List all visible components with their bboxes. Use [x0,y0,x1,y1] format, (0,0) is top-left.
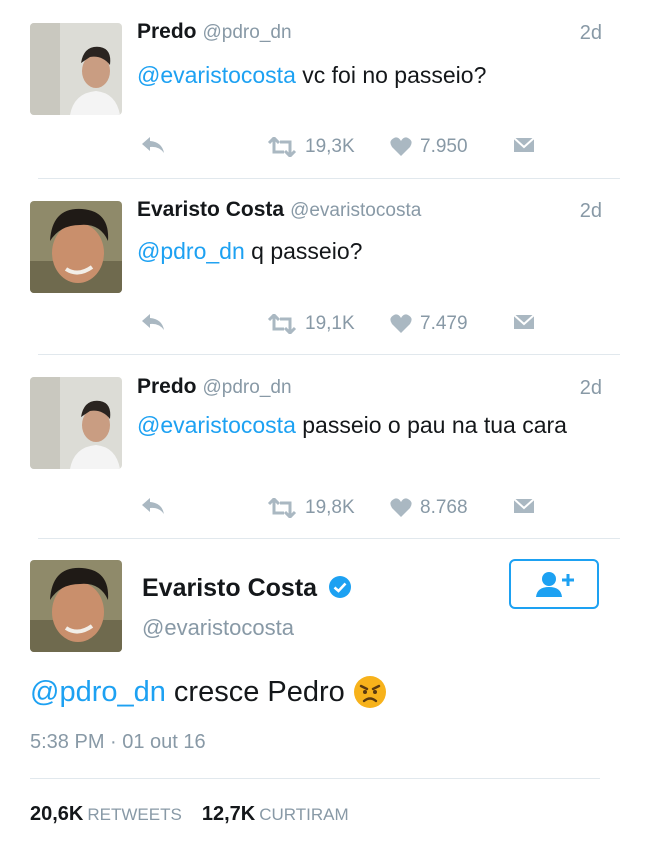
tweet-body: vc foi no passeio? [295,62,487,88]
tweet-text: @evaristocosta vc foi no passeio? [137,58,597,93]
tweet-time[interactable]: 2d [580,22,602,45]
likes-label: CURTIRAM [259,805,349,824]
like-count: 8.768 [420,497,468,518]
envelope-icon [513,137,535,152]
retweet-count: 19,3K [305,136,355,157]
retweet-button[interactable]: 19,8K [267,497,355,519]
like-button[interactable]: 7.479 [390,313,468,335]
retweet-icon [267,137,297,157]
like-count: 7.950 [420,136,468,157]
follow-button[interactable] [509,559,599,609]
username[interactable]: @pdro_dn [203,377,292,398]
retweet-count: 19,1K [305,313,355,334]
avatar[interactable] [30,560,122,652]
retweets-label: RETWEETS [87,805,182,824]
like-count: 7.479 [420,313,468,334]
heart-icon [390,314,412,333]
divider [38,354,620,355]
tweet-body: passeio o pau na tua cara [295,412,567,438]
tweet[interactable]: Predo @pdro_dn 2d @evaristocosta passeio … [0,375,620,535]
display-name-text: Evaristo Costa [142,574,318,602]
reply-button[interactable] [141,313,165,331]
retweet-count: 19,8K [305,497,355,518]
heart-icon [390,137,412,156]
mention-link[interactable]: @pdro_dn [30,676,166,709]
display-name[interactable]: Evaristo Costa [137,198,284,221]
divider [30,778,600,779]
tweet-body: cresce Pedro [165,675,345,708]
add-user-icon [536,572,574,597]
tweet-header: Predo @pdro_dn [137,375,292,399]
retweets-count: 20,6K [30,803,84,825]
message-button[interactable] [513,136,535,154]
like-button[interactable]: 8.768 [390,497,468,519]
display-name[interactable]: Evaristo Costa [142,574,352,603]
angry-face-emoji-icon [353,676,386,708]
message-button[interactable] [513,497,535,515]
tweet-body: q passeio? [244,238,363,264]
likes-stat[interactable]: 12,7K CURTIRAM [202,803,369,825]
tweet-text: @pdro_dn q passeio? [137,234,597,269]
tweet-text: @pdro_dn cresce Pedro [30,675,387,709]
avatar[interactable] [30,377,122,469]
retweet-icon [267,314,297,334]
mention-link[interactable]: @evaristocosta [137,62,296,88]
username[interactable]: @pdro_dn [203,22,292,43]
divider [38,538,620,539]
message-button[interactable] [513,313,535,331]
mention-link[interactable]: @pdro_dn [137,238,245,264]
tweet-stats: 20,6K RETWEETS 12,7K CURTIRAM [30,803,369,826]
reply-icon [142,314,164,330]
mention-link[interactable]: @evaristocosta [137,412,296,438]
retweet-icon [267,498,297,518]
reply-button[interactable] [141,497,165,515]
display-name[interactable]: Predo [137,20,197,43]
verified-badge-icon [329,576,352,598]
username[interactable]: @evaristocosta [290,200,421,221]
tweet[interactable]: Evaristo Costa @evaristocosta 2d @pdro_dn… [0,198,620,358]
reply-icon [142,498,164,514]
envelope-icon [513,314,535,329]
tweet-time[interactable]: 2d [580,200,602,223]
retweets-stat[interactable]: 20,6K RETWEETS [30,803,202,825]
avatar[interactable] [30,23,122,115]
like-button[interactable]: 7.950 [390,136,468,158]
tweet-actions: 19,8K 8.768 [137,497,557,521]
retweet-button[interactable]: 19,1K [267,313,355,335]
heart-icon [390,498,412,517]
avatar[interactable] [30,201,122,293]
tweet-timestamp[interactable]: 5:38 PM · 01 out 16 [30,731,206,754]
tweet[interactable]: Predo @pdro_dn 2d @evaristocosta vc foi n… [0,20,620,180]
tweet-time[interactable]: 2d [580,377,602,400]
envelope-icon [513,498,535,513]
reply-button[interactable] [141,136,165,154]
tweet-header: Evaristo Costa @evaristocosta [137,198,421,222]
likes-count: 12,7K [201,803,256,825]
tweet-text: @evaristocosta passeio o pau na tua cara [137,408,592,443]
username[interactable]: @evaristocosta [142,615,294,641]
retweet-button[interactable]: 19,3K [267,136,355,158]
tweet-header: Predo @pdro_dn [137,20,292,44]
divider [38,178,620,179]
reply-icon [142,137,164,153]
display-name[interactable]: Predo [137,375,197,398]
tweet-actions: 19,3K 7.950 [137,136,557,160]
tweet-actions: 19,1K 7.479 [137,313,557,337]
